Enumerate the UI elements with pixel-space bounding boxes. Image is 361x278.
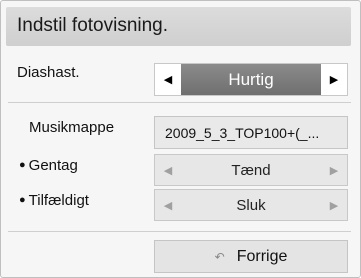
back-arrow-icon: ↶ bbox=[214, 249, 225, 264]
music-folder-field[interactable]: 2009_5_3_TOP100+(_... bbox=[154, 116, 348, 149]
title-bar: Indstil fotovisning. bbox=[6, 7, 351, 46]
repeat-next-button[interactable]: ▶ bbox=[321, 155, 347, 185]
shuffle-prev-button[interactable]: ◀ bbox=[155, 190, 181, 220]
right-arrow-icon: ▶ bbox=[329, 199, 339, 212]
left-arrow-icon: ◀ bbox=[163, 74, 173, 86]
slideshow-speed-selector[interactable]: ◀ Hurtig ▶ bbox=[154, 63, 348, 96]
right-arrow-icon: ▶ bbox=[329, 164, 339, 177]
slideshow-speed-next-button[interactable]: ▶ bbox=[321, 64, 347, 95]
repeat-label: ● Gentag bbox=[19, 157, 78, 174]
shuffle-next-button[interactable]: ▶ bbox=[321, 190, 347, 220]
divider bbox=[8, 231, 351, 232]
slideshow-speed-value: Hurtig bbox=[181, 64, 321, 95]
right-arrow-icon: ▶ bbox=[329, 74, 339, 86]
slideshow-speed-prev-button[interactable]: ◀ bbox=[155, 64, 181, 95]
shuffle-label: ● Tilfældigt bbox=[19, 192, 89, 209]
repeat-label-text: Gentag bbox=[28, 157, 78, 174]
back-button-label: Forrige bbox=[236, 247, 288, 265]
repeat-prev-button[interactable]: ◀ bbox=[155, 155, 181, 185]
divider bbox=[8, 102, 351, 103]
shuffle-label-text: Tilfældigt bbox=[28, 192, 89, 209]
left-arrow-icon: ◀ bbox=[163, 164, 173, 177]
back-button[interactable]: ↶ Forrige bbox=[154, 240, 348, 273]
repeat-selector[interactable]: ◀ Tænd ▶ bbox=[154, 154, 348, 186]
bullet-icon: ● bbox=[19, 159, 26, 171]
music-folder-label: Musikmappe bbox=[29, 119, 115, 136]
bullet-icon: ● bbox=[19, 194, 26, 206]
shuffle-value: Sluk bbox=[236, 196, 266, 214]
slideshow-speed-label: Diashast. bbox=[17, 64, 80, 81]
photo-settings-panel: Indstil fotovisning. Diashast. ◀ Hurtig … bbox=[0, 0, 361, 278]
shuffle-selector[interactable]: ◀ Sluk ▶ bbox=[154, 189, 348, 221]
repeat-value: Tænd bbox=[231, 161, 271, 179]
left-arrow-icon: ◀ bbox=[163, 199, 173, 212]
panel-title: Indstil fotovisning. bbox=[17, 15, 169, 36]
